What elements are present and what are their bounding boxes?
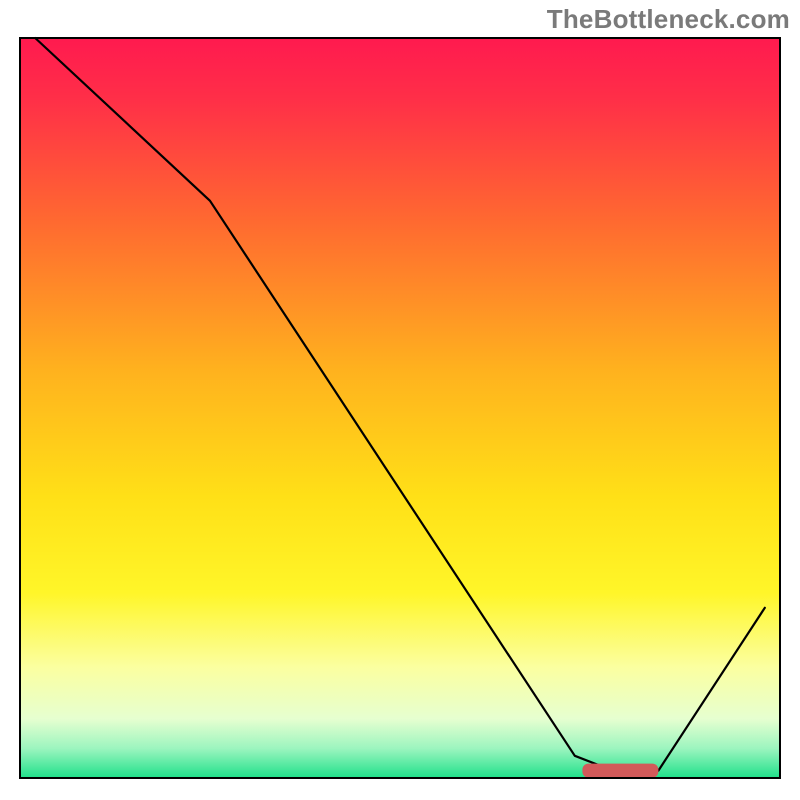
watermark-text: TheBottleneck.com xyxy=(547,4,790,35)
chart-svg xyxy=(0,0,800,800)
bottleneck-chart: TheBottleneck.com xyxy=(0,0,800,800)
plot-background xyxy=(20,38,780,778)
optimal-marker xyxy=(582,764,658,778)
